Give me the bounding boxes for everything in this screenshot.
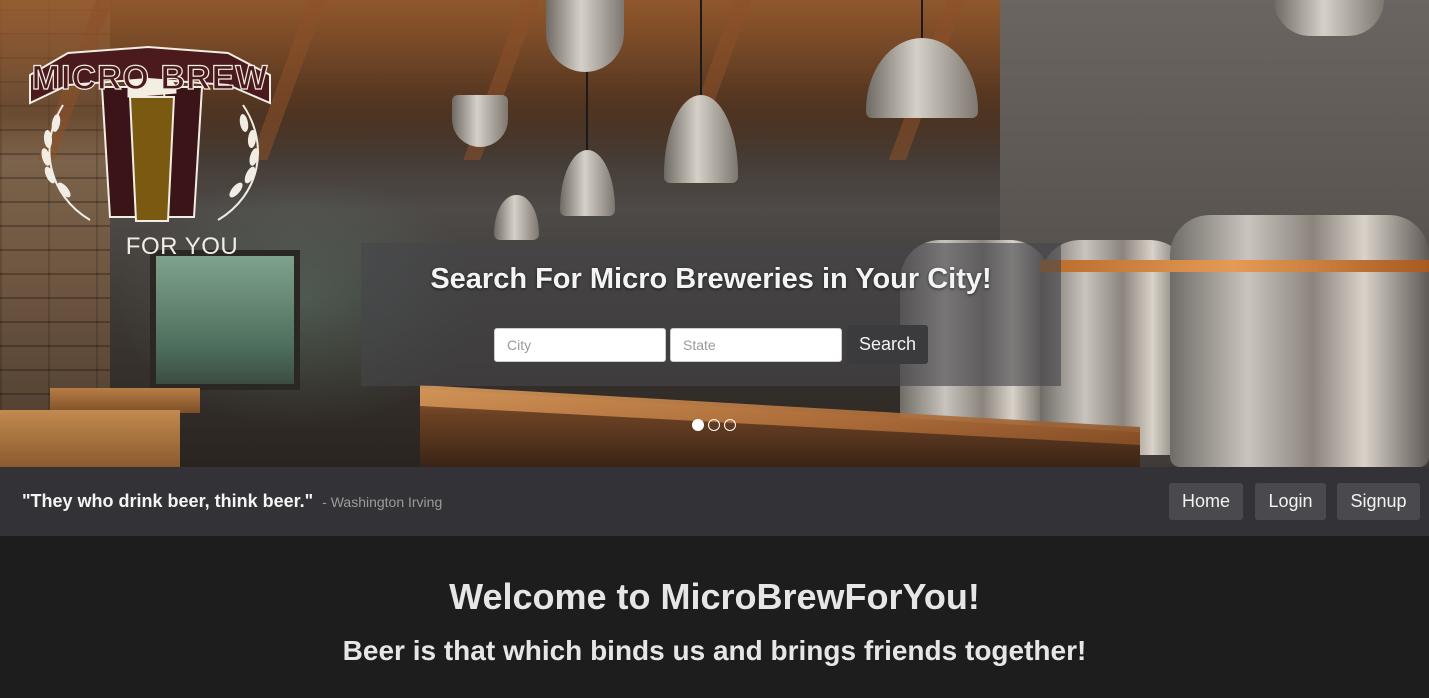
nav-home-button[interactable]: Home: [1169, 483, 1243, 520]
state-input[interactable]: [670, 328, 842, 362]
hero-tank: [1170, 215, 1429, 467]
beer-glasses-logo-icon: MICRO BREW: [29, 45, 271, 222]
logo-title: MICRO BREW: [32, 59, 269, 97]
nav-login-button[interactable]: Login: [1255, 483, 1326, 520]
carousel-dot-2[interactable]: [708, 419, 720, 431]
search-panel: Search For Micro Breweries in Your City!…: [361, 243, 1061, 386]
welcome-subtitle: Beer is that which binds us and brings f…: [342, 635, 1087, 666]
search-button[interactable]: Search: [847, 325, 928, 364]
brand-logo[interactable]: MICRO BREW FOR YOU: [28, 45, 272, 260]
hero-copper-trim: [1040, 260, 1429, 272]
welcome-section: Welcome to MicroBrewForYou! Beer is that…: [0, 536, 1429, 698]
quote-author: - Washington Irving: [322, 494, 443, 510]
carousel-indicators: [692, 419, 736, 431]
hero-window: [150, 250, 300, 390]
city-input[interactable]: [494, 328, 666, 362]
navbar-quote: "They who drink beer, think beer." - Was…: [22, 491, 442, 512]
hero-table: [0, 410, 180, 467]
lamp-cord: [700, 0, 702, 95]
welcome-title: Welcome to MicroBrewForYou!: [449, 576, 980, 617]
navbar: "They who drink beer, think beer." - Was…: [0, 467, 1429, 536]
quote-text: "They who drink beer, think beer.": [22, 491, 314, 511]
logo-subtitle: FOR YOU: [125, 233, 239, 260]
hero-carousel: MICRO BREW FOR YOU Search For Micro Brew…: [0, 0, 1429, 467]
carousel-dot-1[interactable]: [692, 419, 704, 431]
carousel-dot-3[interactable]: [724, 419, 736, 431]
nav-signup-button[interactable]: Signup: [1337, 483, 1420, 520]
lamp-cord: [921, 0, 923, 40]
search-title: Search For Micro Breweries in Your City!: [430, 263, 992, 295]
